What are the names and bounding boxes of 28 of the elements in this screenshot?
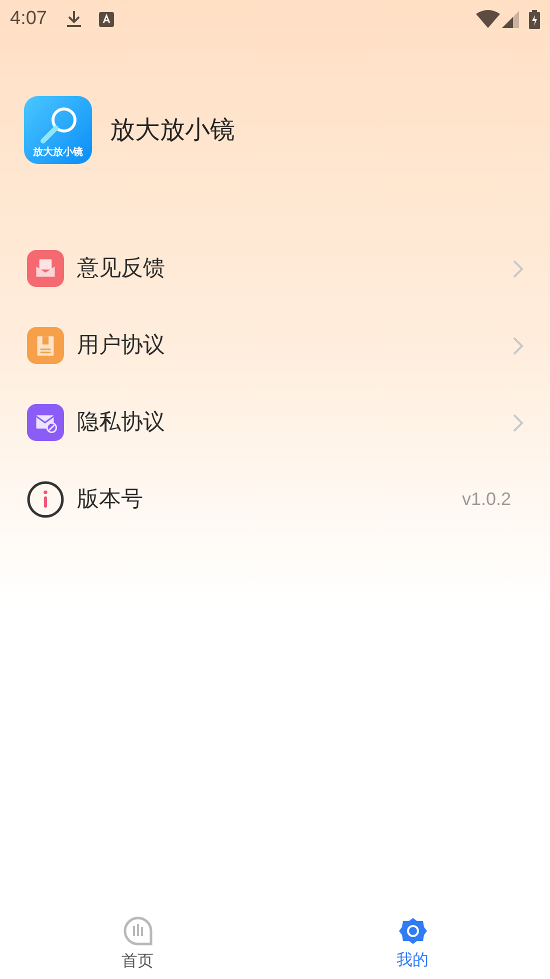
- chart-bubble-icon: [122, 915, 154, 947]
- app-name: 放大放小镜: [110, 114, 235, 146]
- menu-item[interactable]: 版本号 v1.0.2: [0, 461, 550, 538]
- menu-label: 意见反馈: [77, 255, 166, 283]
- keyboard-icon: [98, 12, 114, 26]
- chevron-right-icon: [512, 336, 524, 356]
- chevron-right-icon: [512, 412, 524, 432]
- battery-icon: [529, 10, 540, 28]
- version-value: v1.0.2: [462, 488, 511, 511]
- nav-tab[interactable]: 首页: [0, 909, 275, 979]
- menu-label: 用户协议: [77, 332, 166, 360]
- menu-item[interactable]: 意见反馈: [0, 230, 550, 307]
- envelope-icon: [27, 250, 64, 287]
- menu-item[interactable]: 用户协议: [0, 307, 550, 384]
- download-icon: [64, 10, 83, 28]
- logo-text: 放大放小镜: [33, 147, 83, 159]
- document-icon: [27, 327, 64, 364]
- wifi-icon: [476, 10, 500, 28]
- info-icon: [27, 481, 64, 518]
- chevron-right-icon: [512, 258, 524, 278]
- status-time: 4:07: [10, 6, 47, 31]
- menu-label: 隐私协议: [77, 409, 166, 437]
- menu-label: 版本号: [77, 486, 144, 514]
- signal-icon: [502, 10, 519, 28]
- menu-item[interactable]: 隐私协议: [0, 384, 550, 461]
- nav-tab[interactable]: 我的: [275, 909, 550, 979]
- private-mail-icon: [27, 404, 64, 441]
- gear-icon: [398, 916, 428, 946]
